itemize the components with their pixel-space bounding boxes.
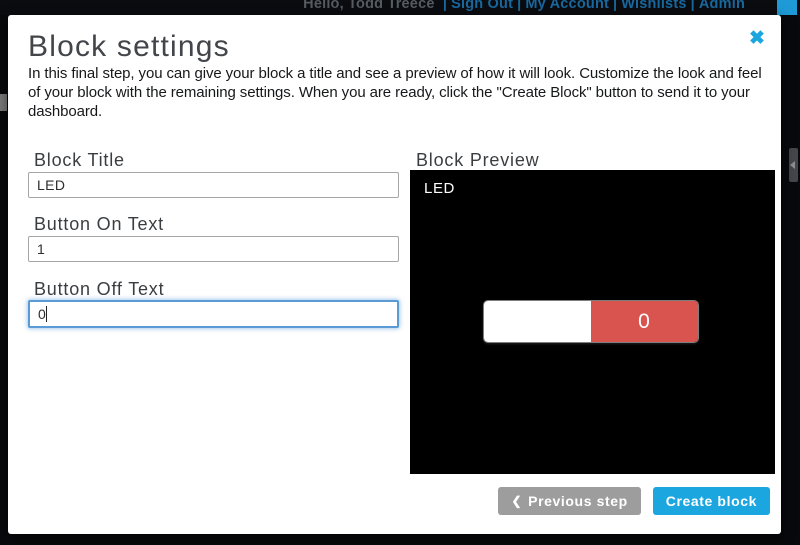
toggle-button[interactable]: 0 <box>483 300 699 343</box>
toggle-off-value: 0 <box>638 310 651 334</box>
button-on-text-label: Button On Text <box>34 214 374 234</box>
page-scrollbar-thumb[interactable] <box>789 148 798 182</box>
nav-link-wishlists[interactable]: Wishlists <box>621 0 686 12</box>
previous-step-label: Previous step <box>528 493 628 509</box>
nav-link-my-account[interactable]: My Account <box>525 0 609 12</box>
nav-separator: | <box>687 0 699 12</box>
button-off-text-label: Button Off Text <box>34 279 374 299</box>
create-block-button[interactable]: Create block <box>653 487 770 515</box>
top-navbar: Hello, Todd Treece |Sign Out|My Account|… <box>0 0 800 15</box>
block-title-label: Block Title <box>34 150 374 170</box>
background-page-fragment <box>0 94 7 111</box>
create-block-label: Create block <box>666 493 757 509</box>
previous-step-button[interactable]: ❮ Previous step <box>498 487 640 515</box>
text-caret <box>46 306 47 322</box>
nav-link-sign-out[interactable]: Sign Out <box>451 0 513 12</box>
nav-separator: | <box>609 0 621 12</box>
navbar-search-button[interactable] <box>777 0 797 15</box>
block-preview-label: Block Preview <box>416 150 756 170</box>
button-on-text-input[interactable] <box>28 236 399 262</box>
toggle-on-half[interactable] <box>484 301 591 342</box>
close-icon: ✖ <box>749 28 765 49</box>
preview-block-title: LED <box>424 180 455 197</box>
screen: Hello, Todd Treece |Sign Out|My Account|… <box>0 0 800 545</box>
user-greeting: Hello, Todd Treece <box>303 0 434 12</box>
block-title-input[interactable] <box>28 172 399 198</box>
scrollbar-arrow-icon <box>790 161 795 169</box>
modal-title: Block settings <box>28 30 230 64</box>
nav-separator: | <box>513 0 525 12</box>
block-preview-canvas: LED 0 <box>410 170 775 474</box>
modal-description: In this final step, you can give your bl… <box>28 64 770 121</box>
nav-link-admin[interactable]: Admin <box>699 0 745 12</box>
navbar-user-menu: Hello, Todd Treece |Sign Out|My Account|… <box>303 0 745 15</box>
close-button[interactable]: ✖ <box>745 27 769 51</box>
block-settings-modal: ✖ Block settings In this final step, you… <box>8 15 781 534</box>
toggle-off-half[interactable]: 0 <box>591 301 698 342</box>
nav-separator: | <box>439 0 451 12</box>
modal-footer: ❮ Previous step Create block <box>498 487 770 515</box>
chevron-left-icon: ❮ <box>511 494 522 508</box>
button-off-text-input[interactable] <box>28 300 399 328</box>
